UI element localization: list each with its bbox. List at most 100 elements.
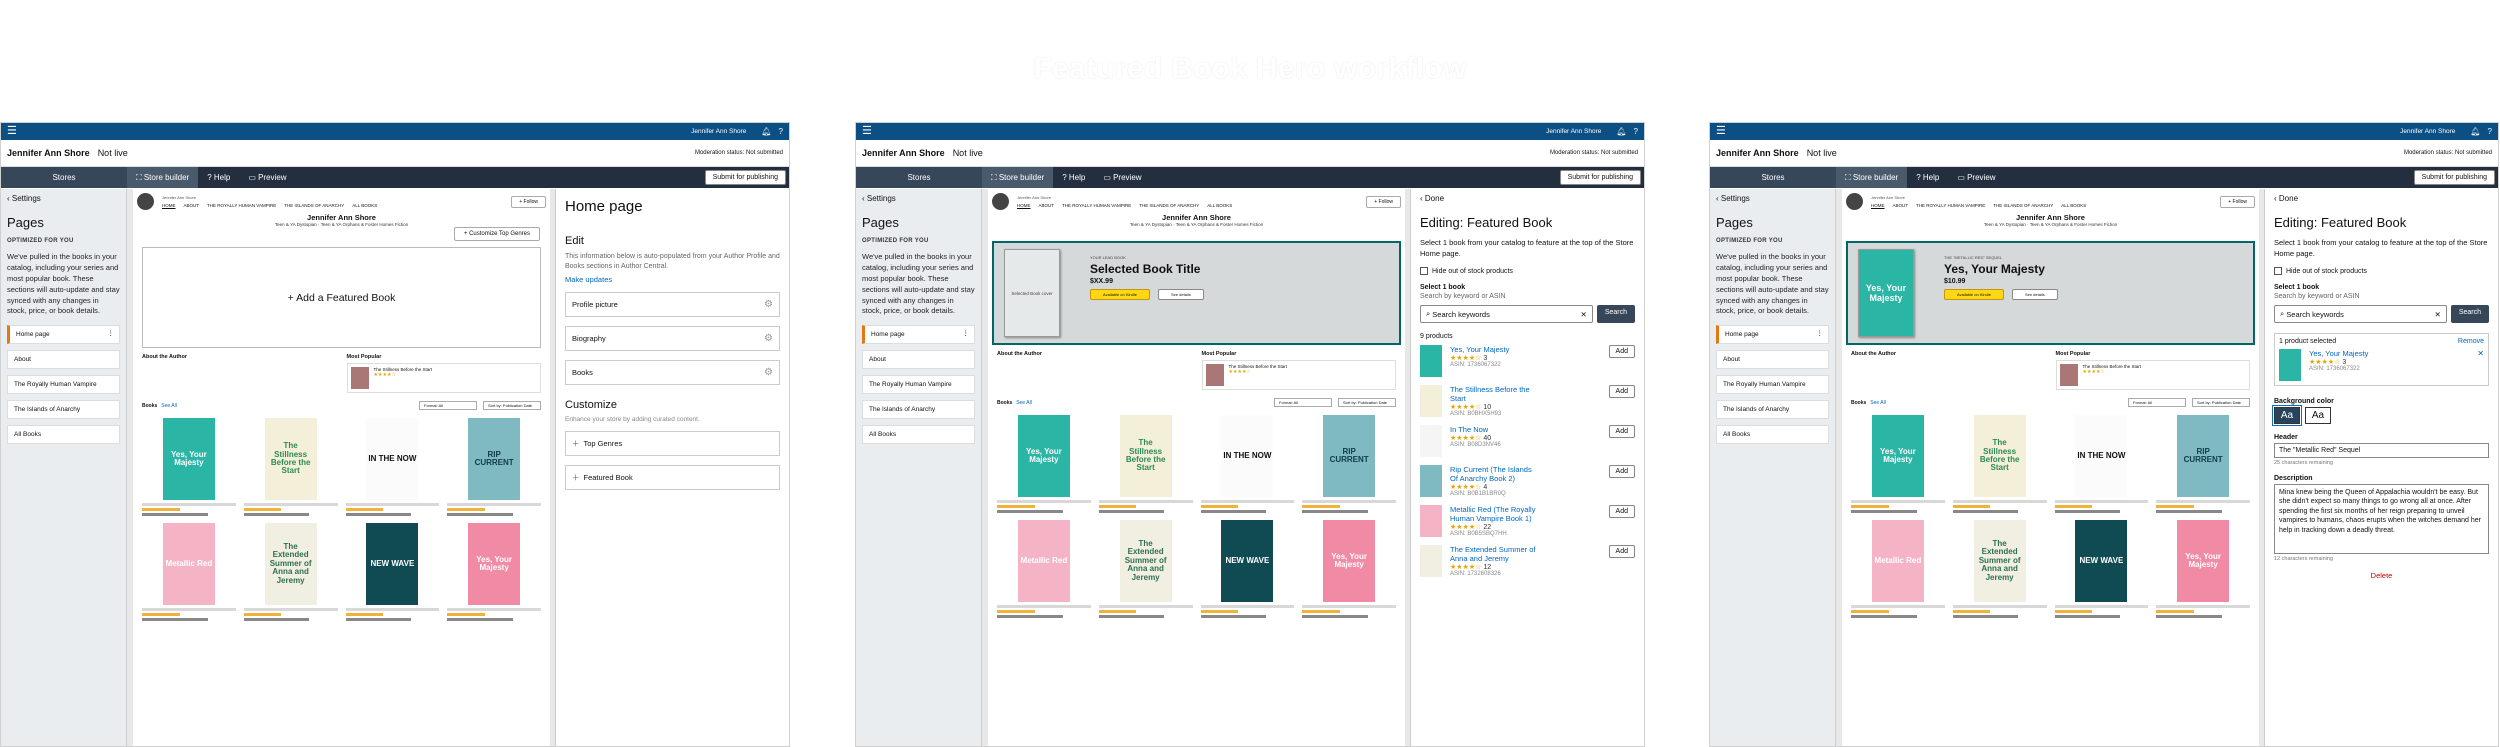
book-card[interactable]: Yes, Your Majesty <box>1302 520 1396 620</box>
bell-icon[interactable]: 🔔︎ <box>761 127 771 136</box>
help-icon[interactable]: ? <box>1634 127 1638 136</box>
format-select[interactable]: Format: All <box>419 401 477 410</box>
make-updates-link[interactable]: Make updates <box>565 275 780 284</box>
add-button[interactable]: Add <box>1608 425 1635 438</box>
page-item[interactable]: About <box>1716 350 1829 370</box>
product-title[interactable]: The Extended Summer of Anna and Jeremy <box>1450 545 1540 563</box>
see-all-link[interactable]: See All <box>1016 400 1032 406</box>
page-item[interactable]: The Islands of Anarchy <box>862 400 975 420</box>
book-card[interactable]: IN THE NOW <box>1200 415 1295 515</box>
customize-item[interactable]: ＋ Top Genres <box>565 430 780 456</box>
gear-icon[interactable]: ⚙ <box>764 367 773 378</box>
hide-stock-checkbox[interactable]: Hide out of stock products <box>2274 267 2489 275</box>
book-card[interactable]: Metallic Red <box>997 520 1091 620</box>
edit-item[interactable]: Books ⚙ <box>565 359 780 385</box>
book-card[interactable]: RIP CURRENT <box>1302 415 1396 515</box>
product-title[interactable]: Yes, Your Majesty <box>1450 345 1540 354</box>
book-card[interactable]: Yes, Your Majesty <box>142 418 236 518</box>
book-card[interactable]: The Stillness Before the Start <box>1952 415 2047 515</box>
stores-label[interactable]: Stores <box>1710 167 1836 188</box>
store-nav-item[interactable]: THE ISLANDS OF ANARCHY <box>1139 203 1199 208</box>
format-select[interactable]: Format: All <box>1274 398 1332 407</box>
bell-icon[interactable]: 🔔︎ <box>2470 127 2480 136</box>
book-card[interactable]: The Extended Summer of Anna and Jeremy <box>1952 520 2047 620</box>
store-nav-item[interactable]: ALL BOOKS <box>2061 203 2086 208</box>
search-input[interactable]: ⌕ Search keywords ✕ <box>2274 305 2447 323</box>
details-button[interactable]: See details <box>2011 289 2058 300</box>
tab-help[interactable]: ? Help <box>198 167 239 188</box>
book-card[interactable]: Yes, Your Majesty <box>447 523 541 623</box>
book-card[interactable]: Yes, Your Majesty <box>2156 520 2250 620</box>
author-menu[interactable]: Jennifer Ann Shore <box>1546 128 1601 135</box>
more-icon[interactable]: ⋮ <box>108 329 115 337</box>
add-button[interactable]: Add <box>1608 505 1635 518</box>
add-button[interactable]: Add <box>1608 545 1635 558</box>
product-title[interactable]: The Stillness Before the Start <box>1450 385 1540 403</box>
book-card[interactable]: IN THE NOW <box>345 418 440 518</box>
page-item[interactable]: The Islands of Anarchy <box>1716 400 1829 420</box>
help-icon[interactable]: ? <box>779 127 783 136</box>
delete-button[interactable]: Delete <box>2274 571 2489 580</box>
stores-label[interactable]: Stores <box>1 167 127 188</box>
add-featured-book-button[interactable]: + Add a Featured Book <box>142 247 541 348</box>
done-button[interactable]: ‹ Done <box>1420 194 1635 203</box>
customize-item[interactable]: ＋ Featured Book <box>565 464 780 490</box>
store-nav-item[interactable]: THE ROYALLY HUMAN VAMPIRE <box>1062 203 1131 208</box>
buy-button[interactable]: Available on Kindle <box>1944 289 2004 300</box>
sort-select[interactable]: Sort by: Publication Date <box>483 401 541 410</box>
menu-icon[interactable]: ☰ <box>1716 126 1726 137</box>
help-icon[interactable]: ? <box>2488 127 2492 136</box>
swatch-light[interactable]: Aa <box>2305 407 2331 424</box>
page-item[interactable]: Home page ⋮ <box>7 325 120 345</box>
store-nav-item[interactable]: HOME <box>1017 203 1031 208</box>
book-card[interactable]: The Extended Summer of Anna and Jeremy <box>1098 520 1193 620</box>
submit-button[interactable]: Submit for publishing <box>704 170 786 185</box>
product-title[interactable]: Yes, Your Majesty <box>2309 349 2399 358</box>
page-item[interactable]: The Royally Human Vampire <box>862 375 975 395</box>
store-nav-item[interactable]: ABOUT <box>1039 203 1055 208</box>
book-card[interactable]: IN THE NOW <box>2054 415 2149 515</box>
book-card[interactable]: Metallic Red <box>142 523 236 623</box>
book-card[interactable]: NEW WAVE <box>345 523 440 623</box>
details-button[interactable]: See details <box>1157 289 1204 300</box>
book-card[interactable]: Metallic Red <box>1851 520 1945 620</box>
submit-button[interactable]: Submit for publishing <box>1559 170 1641 185</box>
product-title[interactable]: Metallic Red (The Royally Human Vampire … <box>1450 505 1540 523</box>
page-item[interactable]: The Royally Human Vampire <box>7 375 120 395</box>
follow-button[interactable]: + Follow <box>1366 195 1401 208</box>
tab-preview[interactable]: ▭ Preview <box>1094 167 1150 188</box>
book-card[interactable]: The Stillness Before the Start <box>243 418 338 518</box>
product-title[interactable]: In The Now <box>1450 425 1540 434</box>
book-card[interactable]: Yes, Your Majesty <box>1851 415 1945 515</box>
gear-icon[interactable]: ⚙ <box>764 299 773 310</box>
tab-store-builder[interactable]: ⛶ Store builder <box>127 167 199 188</box>
store-nav-item[interactable]: THE ROYALLY HUMAN VAMPIRE <box>207 203 276 208</box>
store-nav-item[interactable]: ABOUT <box>184 203 200 208</box>
book-card[interactable]: Yes, Your Majesty <box>997 415 1091 515</box>
page-item[interactable]: About <box>7 350 120 370</box>
edit-item[interactable]: Biography ⚙ <box>565 325 780 351</box>
menu-icon[interactable]: ☰ <box>862 126 872 137</box>
featured-book-hero[interactable]: Selected Book cover YOUR LEAD BOOK Selec… <box>992 241 1401 345</box>
close-icon[interactable]: ✕ <box>2477 349 2484 358</box>
book-card[interactable]: The Extended Summer of Anna and Jeremy <box>243 523 338 623</box>
book-card[interactable]: NEW WAVE <box>1200 520 1295 620</box>
done-button[interactable]: ‹ Done <box>2274 194 2489 203</box>
gear-icon[interactable]: ⚙ <box>764 333 773 344</box>
book-card[interactable]: NEW WAVE <box>2054 520 2149 620</box>
page-item[interactable]: Home page ⋮ <box>1716 325 1829 345</box>
page-item[interactable]: Home page ⋮ <box>862 325 975 345</box>
page-item[interactable]: About <box>862 350 975 370</box>
author-menu[interactable]: Jennifer Ann Shore <box>691 128 746 135</box>
search-input[interactable]: ⌕ Search keywords ✕ <box>1420 305 1593 323</box>
header-input[interactable]: The "Metallic Red" Sequel <box>2274 443 2489 458</box>
store-nav-item[interactable]: ALL BOOKS <box>352 203 377 208</box>
settings-back[interactable]: ‹ Settings <box>1716 194 1829 203</box>
add-button[interactable]: Add <box>1608 385 1635 398</box>
clear-icon[interactable]: ✕ <box>1581 310 1587 319</box>
book-card[interactable]: The Stillness Before the Start <box>1098 415 1193 515</box>
page-item[interactable]: All Books <box>1716 425 1829 445</box>
format-select[interactable]: Format: All <box>2128 398 2186 407</box>
page-item[interactable]: The Islands of Anarchy <box>7 400 120 420</box>
popular-book[interactable]: The Stillness Before the Start ★★★★☆ <box>2055 360 2250 390</box>
